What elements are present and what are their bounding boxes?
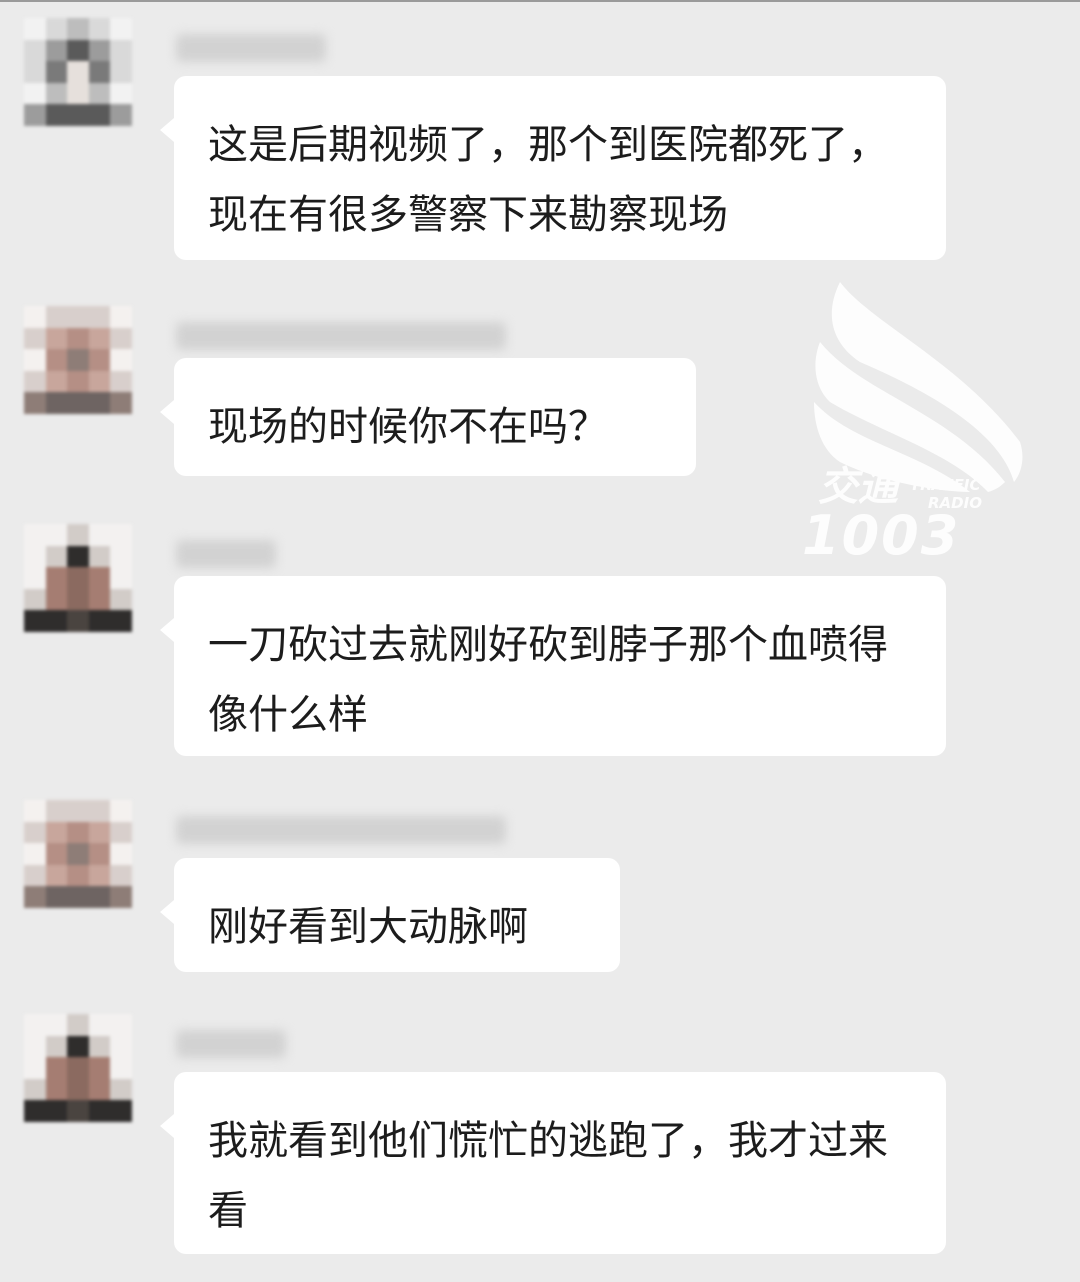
message-text: 现场的时候你不在吗？ — [208, 404, 608, 450]
message-bubble[interactable]: 我就看到他们慌忙的逃跑了，我才过来看 — [160, 1072, 946, 1254]
message-text: 这是后期视频了，那个到医院都死了，现在有很多警察下来勘察现场 — [208, 122, 888, 238]
traffic-radio-watermark: 交通 TRAFFIC RADIO 1003 — [802, 282, 1023, 562]
message-bubble[interactable]: 这是后期视频了，那个到医院都死了，现在有很多警察下来勘察现场 — [160, 76, 946, 260]
message-bubble[interactable]: 现场的时候你不在吗？ — [160, 358, 696, 476]
sender-name: ██████████ — [176, 322, 506, 350]
message-text: 一刀砍过去就刚好砍到脖子那个血喷得像什么样 — [208, 622, 888, 738]
message-bubble[interactable]: 一刀砍过去就刚好砍到脖子那个血喷得像什么样 — [160, 576, 946, 756]
avatar[interactable] — [24, 524, 132, 632]
message-text: 我就看到他们慌忙的逃跑了，我才过来看 — [208, 1118, 888, 1234]
watermark-traffic: TRAFFIC — [910, 476, 980, 494]
avatar[interactable] — [24, 800, 132, 908]
message-bubble[interactable]: 刚好看到大动脉啊 — [160, 858, 620, 972]
wing-icon — [814, 282, 1023, 492]
avatar[interactable] — [24, 306, 132, 414]
sender-name: ████ — [176, 34, 326, 62]
avatar[interactable] — [24, 1014, 132, 1122]
sender-name: ████ — [176, 1030, 286, 1058]
avatar[interactable] — [24, 18, 132, 126]
watermark-number: 1003 — [802, 504, 960, 562]
sender-name: ██████████ — [176, 816, 506, 844]
message-text: 刚好看到大动脉啊 — [208, 904, 528, 950]
chat-message-list[interactable]: ████ 这是后期视频了，那个到医院都死了，现在有很多警察下来勘察现场 ████… — [0, 0, 1080, 1282]
sender-name: █████ — [176, 540, 276, 568]
